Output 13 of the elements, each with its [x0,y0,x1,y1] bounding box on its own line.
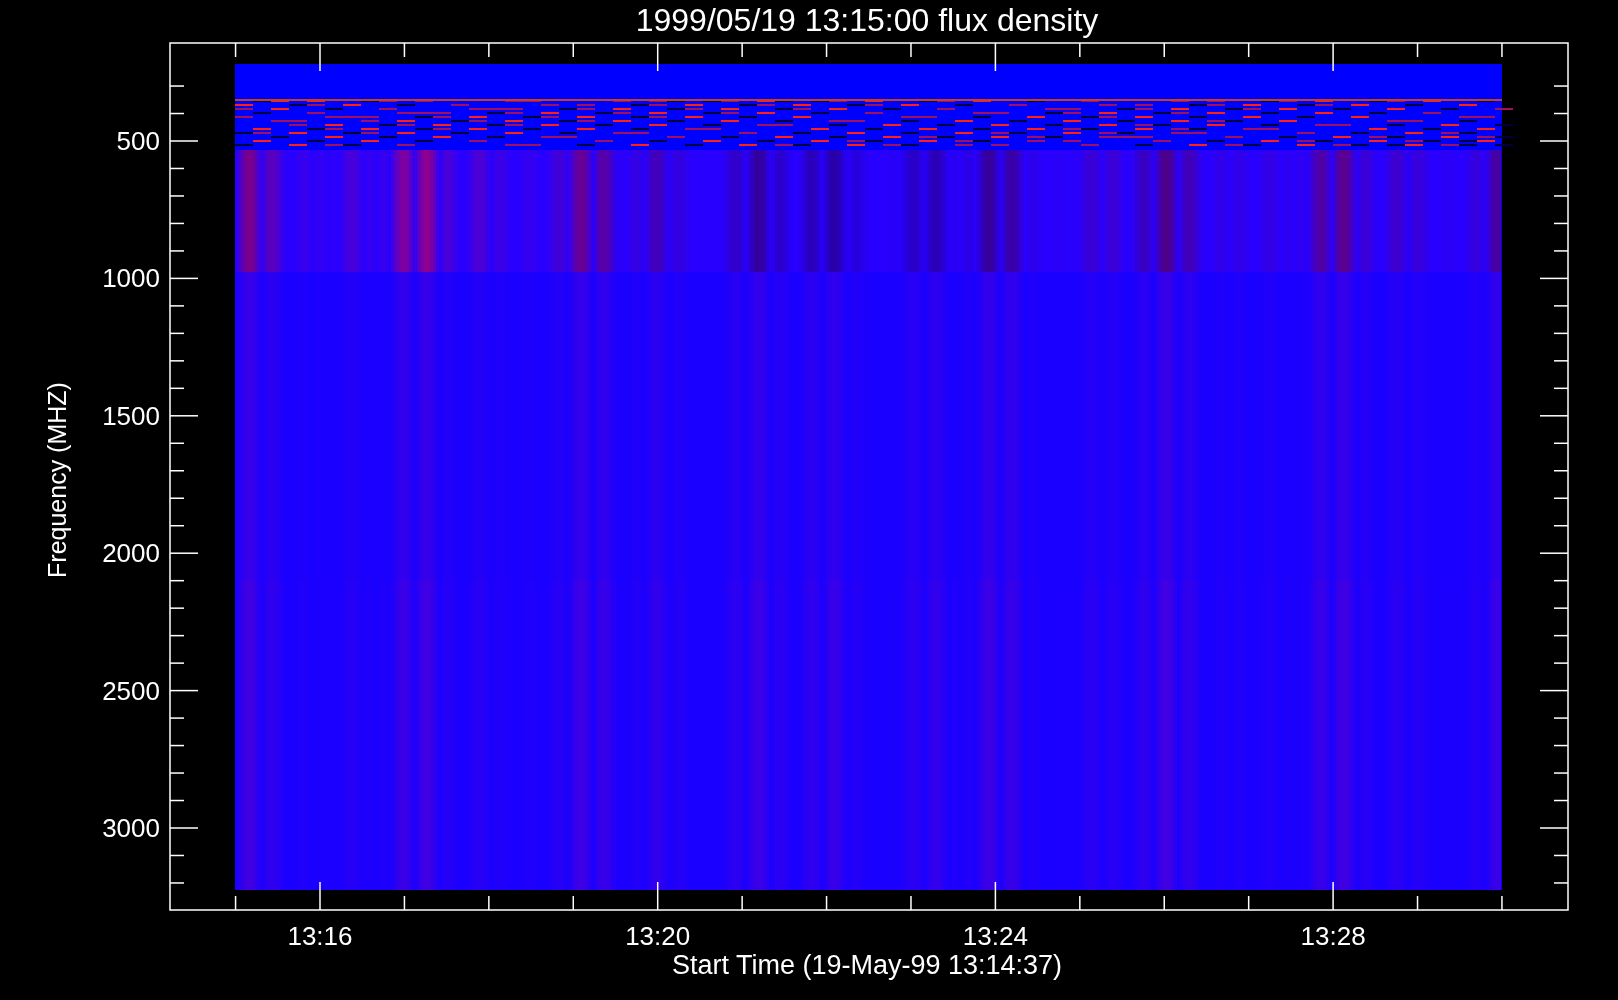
y-axis-label: Frequency (MHZ) [43,382,71,578]
plot-title: 1999/05/19 13:15:00 flux density [635,2,1099,38]
y-tick-label: 1000 [102,263,160,294]
y-tick-label: 2000 [102,538,160,569]
x-tick-label: 13:28 [1300,921,1366,951]
x-tick-label: 13:16 [287,921,353,951]
x-tick-label: 13:24 [962,921,1028,951]
x-tick-label: 13:20 [625,921,691,951]
y-tick-label: 500 [116,126,160,156]
x-axis-label: Start Time (19-May-99 13:14:37) [671,950,1063,980]
y-tick-label: 3000 [102,813,160,843]
y-tick-label: 1500 [102,400,160,431]
y-tick-label: 2500 [102,675,160,706]
